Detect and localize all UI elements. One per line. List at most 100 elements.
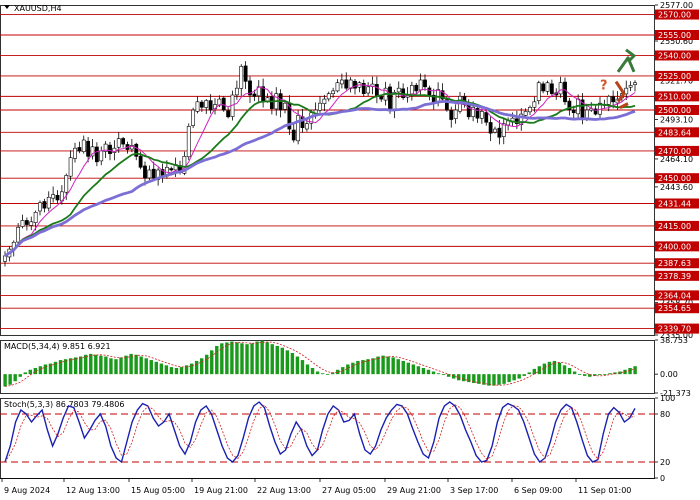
macd-bar: [79, 356, 83, 375]
candle-body: [86, 140, 91, 157]
macd-bar: [502, 374, 506, 384]
macd-bar: [94, 354, 98, 375]
macd-bar: [144, 358, 148, 375]
candle-body: [497, 127, 502, 138]
macd-bar: [18, 374, 22, 377]
candle-body: [379, 96, 384, 100]
macd-bar: [215, 345, 219, 375]
macd-bar: [567, 367, 572, 375]
candle-body: [243, 65, 248, 82]
macd-bar: [572, 371, 577, 375]
stochastic-tick-label: 0: [660, 474, 665, 483]
macd-bar: [225, 342, 229, 375]
candle-body: [73, 147, 77, 159]
macd-bar: [391, 357, 395, 375]
macd-bar: [325, 374, 330, 375]
candle-body: [322, 98, 327, 104]
candle-body: [208, 100, 213, 111]
candle-body: [291, 129, 296, 141]
macd-bar: [205, 354, 209, 375]
candle-body: [335, 82, 340, 92]
level-label: 2483.64: [658, 128, 691, 137]
candle-body: [396, 87, 401, 93]
candle-body: [191, 109, 196, 126]
x-tick-label: 6 Sep 09:00: [514, 486, 562, 495]
macd-bar: [507, 374, 511, 383]
x-tick-label: 19 Aug 21:00: [194, 486, 248, 495]
candle-body: [234, 87, 239, 96]
level-label: 2339.70: [658, 325, 691, 334]
candle-body: [20, 220, 25, 227]
candle-body: [121, 138, 126, 145]
price-tick-label: 2464.10: [660, 155, 693, 164]
level-label: 2364.04: [658, 291, 691, 300]
candle-body: [423, 79, 427, 88]
candle-body: [143, 165, 147, 179]
macd-bar: [401, 360, 405, 375]
arrow-up-icon: [616, 48, 636, 73]
macd-bar: [119, 357, 123, 375]
candle-body: [296, 115, 301, 142]
level-label: 2354.65: [658, 304, 691, 313]
stochastic-d-line: [4, 404, 636, 463]
macd-bar: [149, 360, 153, 375]
macd-bar: [260, 340, 264, 375]
candle-body: [226, 110, 231, 118]
candle-body: [81, 139, 86, 152]
macd-bar: [114, 359, 118, 375]
macd-bar: [562, 365, 567, 375]
macd-bar: [179, 367, 184, 375]
candle-body: [414, 84, 419, 92]
macd-bar: [421, 367, 426, 375]
candle-body: [16, 226, 21, 243]
candle-body: [116, 138, 121, 148]
candle-body: [536, 82, 541, 101]
macd-bar: [633, 366, 637, 375]
candle-body: [94, 146, 99, 163]
macd-bar: [8, 374, 12, 385]
macd-panel: MACD(5,34,4) 9.851 6.92138.7530.00-21.37…: [0, 336, 691, 398]
macd-bar: [441, 374, 446, 376]
level-label: 2555.00: [658, 31, 691, 40]
candle-body: [453, 109, 458, 119]
candle-body: [541, 83, 546, 92]
level-label: 2400.00: [658, 242, 691, 251]
x-tick-label: 22 Aug 13:00: [257, 486, 311, 495]
macd-bar: [492, 374, 496, 386]
stochastic-k-line: [4, 401, 636, 464]
candle-body: [261, 86, 266, 103]
level-label: 2378.39: [658, 272, 691, 281]
candle-body: [55, 194, 60, 201]
candle-body: [77, 147, 82, 152]
level-label: 2540.00: [658, 51, 691, 60]
candle-body: [108, 144, 112, 154]
candle-body: [239, 66, 244, 89]
price-tick-label: 2577.00: [660, 1, 693, 10]
macd-bar: [139, 356, 143, 375]
candle-body: [38, 202, 42, 212]
macd-bar: [366, 359, 370, 375]
candle-body: [488, 122, 493, 134]
level-label: 2525.00: [658, 72, 691, 81]
candle-body: [204, 100, 209, 108]
candle-body: [344, 79, 349, 89]
macd-bar: [416, 366, 421, 375]
price-chart: 2577.002550.602521.702493.102464.102443.…: [0, 1, 699, 495]
macd-bar: [210, 350, 214, 375]
macd-bar: [512, 374, 516, 381]
x-tick-label: 27 Aug 05:00: [322, 486, 376, 495]
price-tick-label: 2493.10: [660, 115, 693, 124]
candle-body: [523, 111, 528, 116]
x-tick-label: 3 Sep 17:00: [450, 486, 498, 495]
macd-bar: [300, 360, 305, 375]
stochastic-panel: Stoch(5,3,3) 86.7803 79.4806 100 80 20 0: [0, 394, 675, 483]
candle-body: [418, 79, 423, 91]
macd-bar: [194, 360, 199, 375]
level-label: 2415.00: [658, 222, 691, 231]
candle-body: [24, 220, 29, 225]
candle-body: [466, 104, 471, 118]
chart-root: 2577.002550.602521.702493.102464.102443.…: [0, 0, 700, 500]
macd-tick-label: 0.00: [660, 370, 678, 379]
macd-bar: [164, 365, 169, 375]
candle-body: [484, 112, 489, 123]
